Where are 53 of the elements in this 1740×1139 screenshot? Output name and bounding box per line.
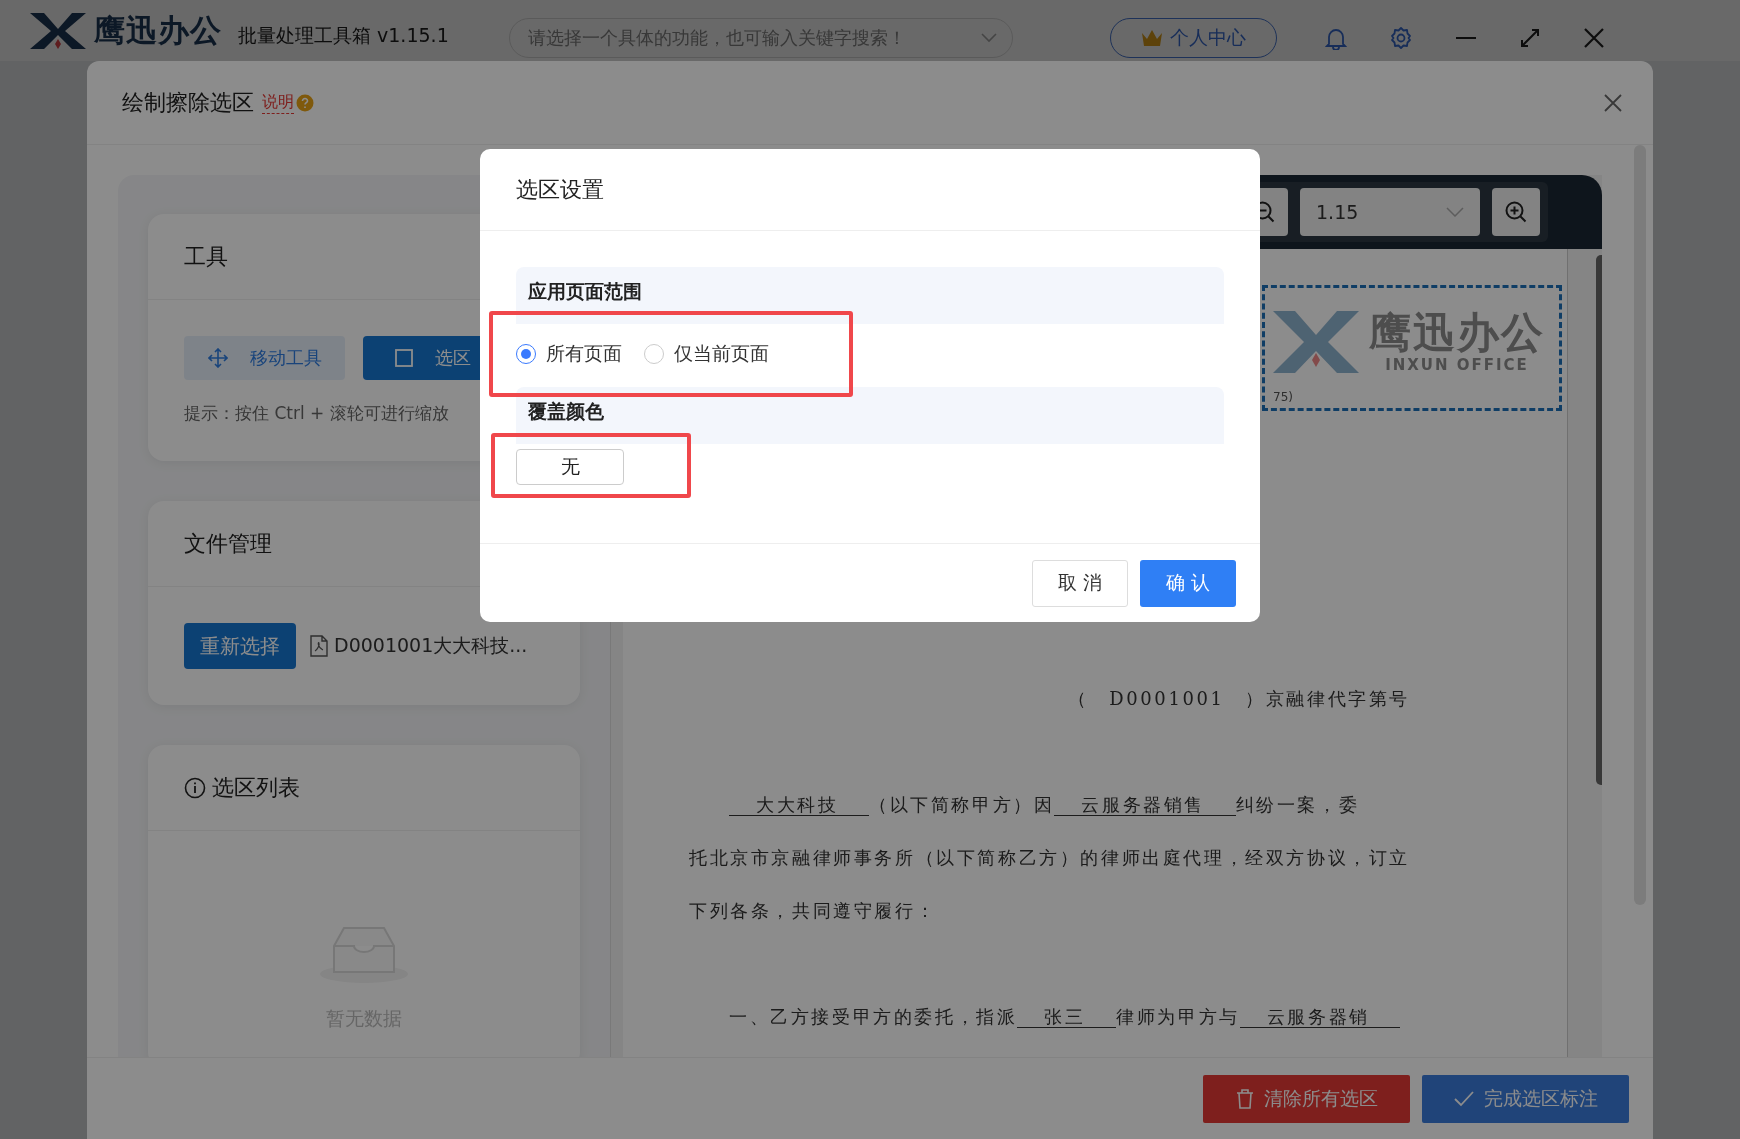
fill-in-text: 大大科技 [729, 795, 869, 816]
document-text: 托北京市京融律师事务所（以下简称乙方）的律师出庭代理，经双方协议，订立 [689, 847, 1410, 868]
minimize-icon[interactable] [1454, 35, 1477, 40]
selection-label: 75) [1273, 390, 1293, 404]
tool-button[interactable]: 移动工具 [184, 336, 346, 380]
info-icon [184, 776, 206, 799]
trash-icon [1235, 1088, 1254, 1109]
close-icon[interactable] [1582, 26, 1605, 49]
question-icon [296, 93, 314, 112]
reselect-button[interactable]: 重新选择 [184, 623, 296, 669]
chevron-down-icon [980, 32, 997, 43]
section-title: 应用页面范围 [516, 267, 1224, 324]
chevron-down-icon [1446, 207, 1464, 217]
dialog-title: 选区设置 [480, 149, 1260, 231]
user-center-button[interactable]: 个人中心 [1109, 17, 1277, 58]
brand-name: 鹰迅办公 [94, 10, 222, 50]
card-title: 选区列表 [212, 773, 300, 802]
zoom-select[interactable]: 1.15 [1300, 188, 1480, 236]
radio-option[interactable]: 仅当前页面 [644, 341, 769, 367]
cancel-button[interactable]: 取 消 [1032, 559, 1128, 607]
card-title: 文件管理 [184, 529, 272, 558]
settings-icon[interactable] [1388, 25, 1413, 50]
card-title: 工具 [184, 242, 228, 271]
zoom-in-button[interactable] [1492, 188, 1540, 236]
maximize-icon[interactable] [1518, 26, 1541, 49]
close-icon[interactable] [1603, 92, 1623, 113]
check-icon [1453, 1090, 1474, 1107]
document-text: 纠纷一案，委 [1235, 794, 1360, 815]
section-title: 覆盖颜色 [516, 387, 1224, 444]
square-icon [395, 349, 414, 367]
fill-in-text: 云服务器销售 [1054, 795, 1236, 816]
logo-text: 鹰迅办公 [1369, 309, 1545, 357]
selection-box[interactable]: 鹰迅办公 INXUN OFFICE 75) [1262, 285, 1562, 411]
file-name: D0001001大大科技... [334, 633, 528, 658]
confirm-button[interactable]: 确 认 [1140, 559, 1236, 607]
pdf-file-icon [310, 635, 328, 657]
hint-text: 提示：按住 Ctrl + 滚轮可进行缩放 [184, 402, 449, 425]
logo-subtitle: INXUN OFFICE [1385, 356, 1529, 375]
move-icon [207, 348, 228, 368]
modal-title: 绘制擦除选区 [122, 88, 254, 117]
document-text: 律师为甲方与 [1116, 1006, 1240, 1027]
zoom-in-icon [1504, 200, 1528, 224]
fill-in-text: 云服务器销 [1239, 1007, 1401, 1028]
app-title: 批量处理工具箱 v1.15.1 [238, 22, 449, 48]
fill-in-text: 张三 [1017, 1007, 1117, 1028]
finish-button[interactable]: 完成选区标注 [1422, 1074, 1629, 1123]
document-text: （以下简称甲方）因 [869, 794, 1055, 815]
document-text: （ D0001001 ）京融律代字第号 [1068, 688, 1410, 709]
color-picker-button[interactable]: 无 [516, 449, 624, 485]
clear-selections-button[interactable]: 清除所有选区 [1203, 1074, 1410, 1123]
help-link[interactable]: 说明 [262, 91, 294, 114]
document-text: 下列各条，共同遵守履行： [689, 900, 937, 921]
document-text: 一、乙方接受甲方的委托，指派 [729, 1006, 1018, 1027]
